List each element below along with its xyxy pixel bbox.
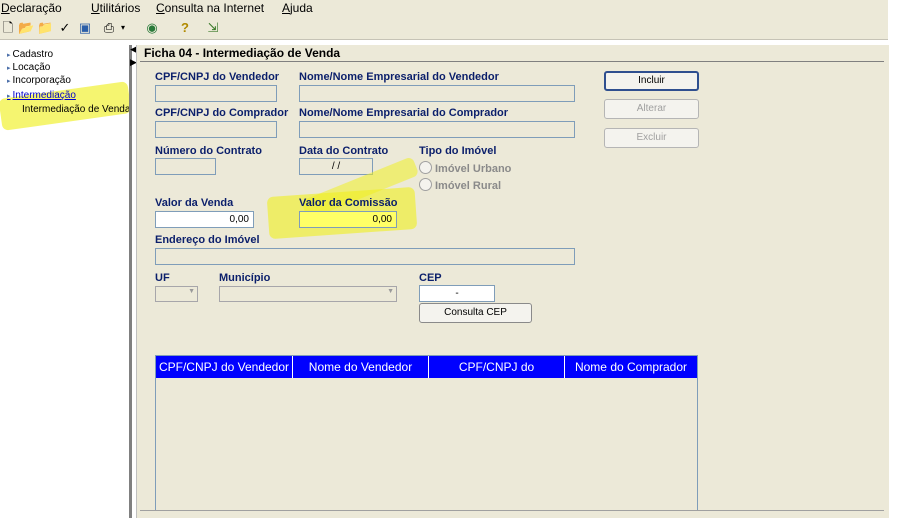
nome-vendedor-field[interactable] bbox=[299, 85, 575, 102]
cpf-vendedor-label: CPF/CNPJ do Vendedor bbox=[155, 71, 280, 83]
toolbar: 🗋 📂 📁 ✓ ▣ ⎙ ▾ ◉ ? ⇲ bbox=[0, 17, 888, 40]
nome-comprador-field[interactable] bbox=[299, 121, 575, 138]
tree-item-cadastro[interactable]: ▸ Cadastro bbox=[7, 49, 53, 62]
column-header-nome-comprador[interactable]: Nome do Comprador bbox=[565, 356, 697, 378]
tree-item-label: Intermediação de Venda bbox=[22, 104, 131, 115]
tree-item-intermediacao-venda[interactable]: Intermediação de Venda bbox=[22, 104, 130, 116]
radio-imovel-urbano[interactable]: Imóvel Urbano bbox=[419, 161, 511, 175]
municipio-label: Município bbox=[219, 272, 271, 284]
arrow-icon: ▸ bbox=[7, 78, 11, 85]
valor-comissao-field[interactable]: 0,00 bbox=[299, 211, 397, 228]
alterar-button[interactable]: Alterar bbox=[604, 99, 699, 119]
chevron-down-icon: ▼ bbox=[387, 288, 394, 295]
page-title: Ficha 04 - Intermediação de Venda bbox=[144, 46, 341, 60]
save-icon[interactable]: ▣ bbox=[77, 20, 93, 36]
cpf-comprador-label: CPF/CNPJ do Comprador bbox=[155, 107, 289, 119]
menu-consulta-internet[interactable]: Consulta na Internet bbox=[156, 0, 264, 17]
numero-contrato-label: Número do Contrato bbox=[155, 145, 262, 157]
column-header-nome-vendedor[interactable]: Nome do Vendedor bbox=[293, 356, 429, 378]
menu-bar: Declaração Utilitários Consulta na Inter… bbox=[0, 0, 888, 17]
check-icon[interactable]: ✓ bbox=[57, 20, 73, 36]
menu-ajuda[interactable]: Ajuda bbox=[282, 0, 313, 17]
radio-label: Imóvel Rural bbox=[435, 180, 502, 192]
tree-item-label: Incorporação bbox=[12, 75, 71, 86]
endereco-field[interactable] bbox=[155, 248, 575, 265]
column-header-cpf-comprador[interactable]: CPF/CNPJ do bbox=[429, 356, 565, 378]
exit-icon[interactable]: ⇲ bbox=[205, 20, 221, 36]
tree-item-label: Intermediação bbox=[12, 90, 76, 101]
navigation-tree: ▸ Cadastro ▸ Locação ▸ Incorporação ▸ Interm… bbox=[0, 45, 132, 518]
radio-icon bbox=[419, 178, 432, 191]
endereco-label: Endereço do Imóvel bbox=[155, 234, 260, 246]
cep-field[interactable]: - bbox=[419, 285, 495, 302]
tree-item-locacao[interactable]: ▸ Locação bbox=[7, 62, 50, 75]
tree-item-label: Locação bbox=[12, 62, 51, 73]
divider bbox=[140, 61, 884, 62]
help-icon[interactable]: ? bbox=[177, 20, 193, 36]
tipo-imovel-label: Tipo do Imóvel bbox=[419, 145, 497, 157]
radio-imovel-rural[interactable]: Imóvel Rural bbox=[419, 178, 501, 192]
radio-label: Imóvel Urbano bbox=[435, 163, 512, 175]
arrow-icon: ▸ bbox=[7, 93, 11, 100]
cpf-vendedor-field[interactable] bbox=[155, 85, 277, 102]
chevron-down-icon: ▼ bbox=[188, 288, 195, 295]
menu-declaracao[interactable]: Declaração bbox=[1, 0, 62, 17]
data-contrato-label: Data do Contrato bbox=[299, 145, 389, 157]
cpf-comprador-field[interactable] bbox=[155, 121, 277, 138]
incluir-button[interactable]: Incluir bbox=[604, 71, 699, 91]
arrow-icon: ▸ bbox=[7, 52, 11, 59]
menu-utilitarios[interactable]: Utilitários bbox=[91, 0, 140, 17]
excluir-button[interactable]: Excluir bbox=[604, 128, 699, 148]
valor-venda-field[interactable]: 0,00 bbox=[155, 211, 254, 228]
open-icon[interactable]: 📂 bbox=[18, 20, 34, 36]
valor-comissao-label: Valor da Comissão bbox=[299, 197, 398, 209]
arrow-icon: ▸ bbox=[7, 65, 11, 72]
splitter[interactable] bbox=[129, 45, 132, 518]
tree-item-label: Cadastro bbox=[12, 49, 54, 60]
radio-icon bbox=[419, 161, 432, 174]
results-grid[interactable]: CPF/CNPJ do Vendedor Nome do Vendedor CP… bbox=[155, 355, 698, 511]
data-contrato-field[interactable]: / / bbox=[299, 158, 373, 175]
uf-select[interactable]: ▼ bbox=[155, 286, 198, 302]
globe-icon[interactable]: ◉ bbox=[144, 20, 160, 36]
valor-venda-label: Valor da Venda bbox=[155, 197, 234, 209]
column-header-cpf-vendedor[interactable]: CPF/CNPJ do Vendedor bbox=[156, 356, 293, 378]
uf-label: UF bbox=[155, 272, 170, 284]
grid-header: CPF/CNPJ do Vendedor Nome do Vendedor CP… bbox=[156, 356, 697, 378]
municipio-select[interactable]: ▼ bbox=[219, 286, 397, 302]
nome-comprador-label: Nome/Nome Empresarial do Comprador bbox=[299, 107, 509, 119]
cep-label: CEP bbox=[419, 272, 442, 284]
divider bbox=[140, 510, 884, 511]
tree-item-intermediacao[interactable]: ▸ Intermediação bbox=[7, 90, 76, 103]
nome-vendedor-label: Nome/Nome Empresarial do Vendedor bbox=[299, 71, 499, 83]
consulta-cep-button[interactable]: Consulta CEP bbox=[419, 303, 532, 323]
tree-item-incorporacao[interactable]: ▸ Incorporação bbox=[7, 75, 71, 88]
folder-icon[interactable]: 📁 bbox=[37, 20, 53, 36]
new-icon[interactable]: 🗋 bbox=[0, 20, 16, 36]
numero-contrato-field[interactable] bbox=[155, 158, 216, 175]
dropdown-icon[interactable]: ▾ bbox=[115, 20, 131, 36]
